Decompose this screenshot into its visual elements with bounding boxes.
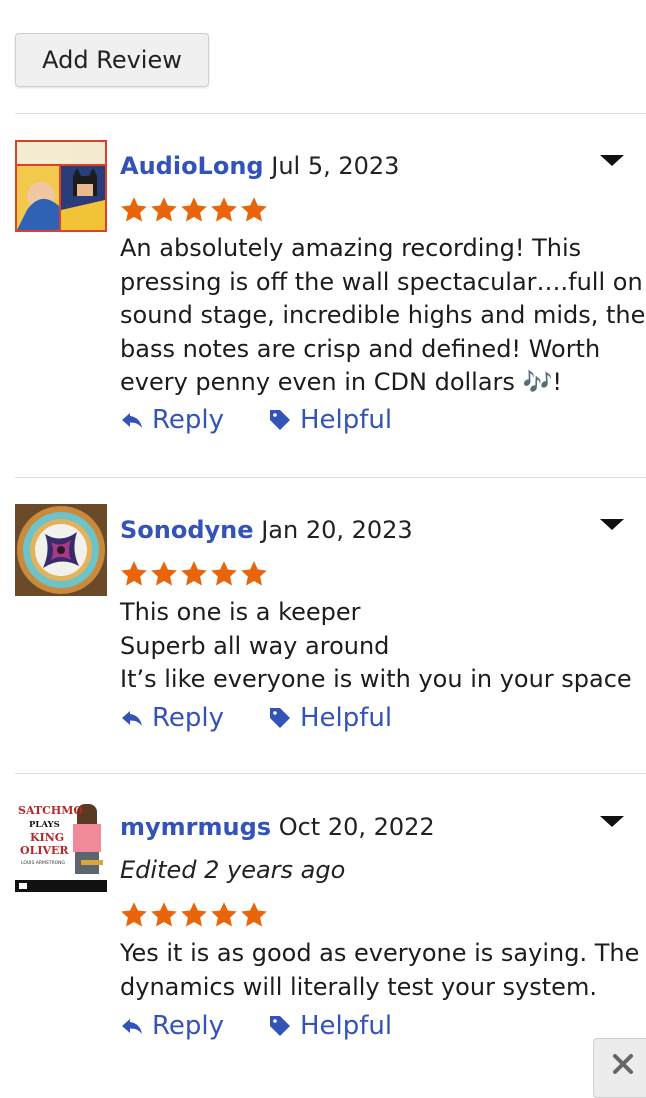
star-icon	[121, 561, 147, 586]
avatar-image	[15, 504, 107, 596]
review-date: Jul 5, 2023	[271, 152, 400, 180]
review-header: Sonodyne Jan 20, 2023	[120, 516, 413, 544]
caret-down-icon[interactable]	[600, 519, 624, 530]
helpful-button[interactable]: Helpful	[268, 1011, 392, 1041]
star-icon	[181, 902, 207, 927]
divider	[15, 477, 646, 478]
review-body-line: bass notes are crisp and defined! Worth	[120, 334, 601, 363]
reply-label: Reply	[152, 703, 225, 733]
helpful-button[interactable]: Helpful	[268, 405, 392, 435]
user-avatar[interactable]	[15, 504, 107, 596]
star-icon	[181, 561, 207, 586]
star-rating	[119, 900, 269, 930]
review-body-line: This one is a keeper	[120, 598, 361, 626]
helpful-label: Helpful	[300, 405, 393, 435]
review-username[interactable]: mymrmugs	[120, 813, 271, 841]
helpful-label: Helpful	[300, 703, 393, 733]
review-body-line: every penny even in CDN dollars 🎶!	[120, 368, 563, 396]
review-body-line: An absolutely amazing recording! This	[120, 234, 582, 262]
review-username[interactable]: AudioLong	[120, 152, 264, 180]
tag-icon	[270, 410, 290, 430]
star-icon	[211, 197, 237, 222]
star-icon	[241, 902, 267, 927]
review-actions: Reply Helpful	[120, 1011, 392, 1041]
star-rating	[119, 195, 269, 225]
review-body-line: pressing is off the wall spectacular….fu…	[120, 267, 643, 296]
caret-down-icon[interactable]	[600, 155, 624, 166]
reply-button[interactable]: Reply	[120, 1011, 268, 1041]
star-icon	[121, 197, 147, 222]
tag-icon	[270, 708, 290, 728]
review-body-line: dynamics will literally test your system…	[120, 972, 597, 1001]
star-rating	[119, 559, 269, 589]
helpful-label: Helpful	[300, 1011, 393, 1041]
review-date: Jan 20, 2023	[261, 516, 413, 544]
avatar-text: LOUIS ARMSTRONG	[21, 860, 66, 866]
review-actions: Reply Helpful	[120, 703, 392, 733]
avatar-text: PLAYS	[29, 820, 60, 830]
user-avatar[interactable]: SATCHMO PLAYS KING OLIVER LOUIS ARMSTRON…	[15, 800, 107, 892]
review-body-line: sound stage, incredible highs and mids, …	[120, 301, 646, 329]
star-icon	[241, 561, 267, 586]
star-icon	[181, 197, 207, 222]
star-icon	[151, 197, 177, 222]
star-icon	[121, 902, 147, 927]
divider	[15, 113, 646, 114]
review-date: Oct 20, 2022	[278, 813, 435, 841]
reply-button[interactable]: Reply	[120, 405, 268, 435]
edited-note: Edited 2 years ago	[120, 856, 346, 884]
star-icon	[211, 561, 237, 586]
divider	[15, 773, 646, 774]
review-body: This one is a keeper Superb all way arou…	[120, 596, 640, 697]
review-username[interactable]: Sonodyne	[120, 516, 254, 544]
reply-button[interactable]: Reply	[120, 703, 268, 733]
reply-arrow-icon	[122, 413, 142, 428]
star-icon	[151, 561, 177, 586]
star-icon	[211, 902, 237, 927]
review-body-line: Superb all way around	[120, 631, 390, 660]
review-body-line: It’s like everyone is with you in your s…	[120, 665, 632, 693]
review-body-line: Yes it is as good as everyone is saying.…	[120, 939, 640, 967]
avatar-image	[15, 140, 107, 232]
reply-arrow-icon	[122, 1019, 142, 1034]
review-body: An absolutely amazing recording! This pr…	[120, 232, 646, 400]
review-header: AudioLong Jul 5, 2023	[120, 152, 399, 180]
review-body: Yes it is as good as everyone is saying.…	[120, 937, 640, 1004]
review-header: mymrmugs Oct 20, 2022	[120, 813, 435, 841]
tag-icon	[270, 1016, 290, 1036]
avatar-text: KING	[30, 831, 64, 844]
user-avatar[interactable]	[15, 140, 107, 232]
close-x-icon	[613, 1054, 633, 1074]
star-icon	[241, 197, 267, 222]
avatar-text: OLIVER	[20, 844, 69, 857]
caret-down-icon[interactable]	[600, 816, 624, 827]
add-review-button[interactable]: Add Review	[15, 33, 209, 87]
reply-label: Reply	[152, 405, 225, 435]
review-actions: Reply Helpful	[120, 405, 392, 435]
avatar-image: SATCHMO PLAYS KING OLIVER LOUIS ARMSTRON…	[15, 800, 107, 892]
reply-arrow-icon	[122, 711, 142, 726]
reply-label: Reply	[152, 1011, 225, 1041]
avatar-text: SATCHMO	[18, 804, 83, 817]
close-button[interactable]	[593, 1038, 646, 1098]
star-icon	[151, 902, 177, 927]
helpful-button[interactable]: Helpful	[268, 703, 392, 733]
